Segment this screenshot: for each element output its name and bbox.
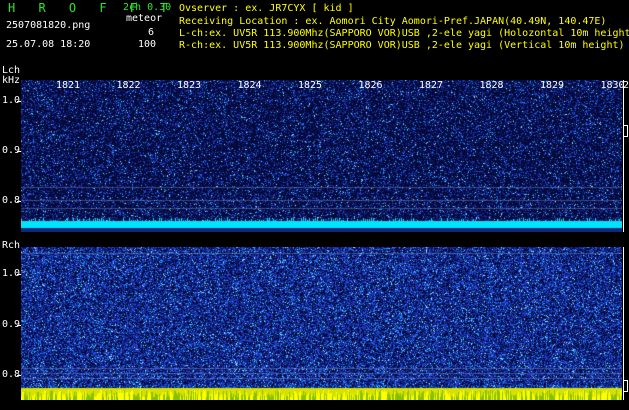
meteor-count-label: meteor — [126, 13, 163, 24]
time-tick-label: 1821 — [55, 80, 81, 91]
lch-description: L-ch:ex. UV5R 113.900Mhz(SAPPORO VOR)USB… — [179, 28, 629, 39]
time-tick-label: 1827 — [418, 80, 444, 91]
meteor-count-value: 6 — [147, 27, 154, 38]
rch-spectrogram — [21, 247, 622, 400]
channel-mode: 2ch 0.30 — [123, 2, 172, 13]
threshold-value: 100 — [137, 39, 156, 50]
lch-spectrogram — [21, 80, 622, 232]
observer-line: Ovserver : ex. JR7CYX [ kid ] — [179, 3, 354, 14]
time-tick-label: 1824 — [237, 80, 262, 91]
time-tick-label: 1829 — [539, 80, 565, 91]
rch-right-bracket — [623, 380, 628, 392]
capture-timestamp: 25.07.08 18:20 — [6, 39, 91, 50]
time-tick-label: 1830 — [600, 80, 625, 91]
time-tick-label: 1825 — [297, 80, 323, 91]
time-tick-label: 1823 — [176, 80, 202, 91]
time-tick-label: 1822 — [116, 80, 141, 91]
lch-right-axis — [623, 80, 624, 232]
location-line: Receiving Location : ex. Aomori City Aom… — [179, 16, 607, 27]
khz-unit-label: kHz — [2, 75, 21, 86]
rch-description: R-ch:ex. UV5R 113.900Mhz(SAPPORO VOR)USB… — [179, 40, 625, 51]
rch-label: Rch — [2, 240, 21, 251]
time-tick-label: 1828 — [479, 80, 504, 91]
time-tick-label: 1826 — [358, 80, 383, 91]
rch-right-axis — [623, 247, 624, 400]
lch-spectrogram-canvas — [21, 80, 622, 232]
lch-right-bracket — [623, 125, 628, 137]
hrofft-spectrogram-window: H R O F F T 2507081820.png 25.07.08 18:2… — [0, 0, 629, 410]
rch-spectrogram-canvas — [21, 247, 622, 400]
image-filename: 2507081820.png — [6, 20, 91, 31]
